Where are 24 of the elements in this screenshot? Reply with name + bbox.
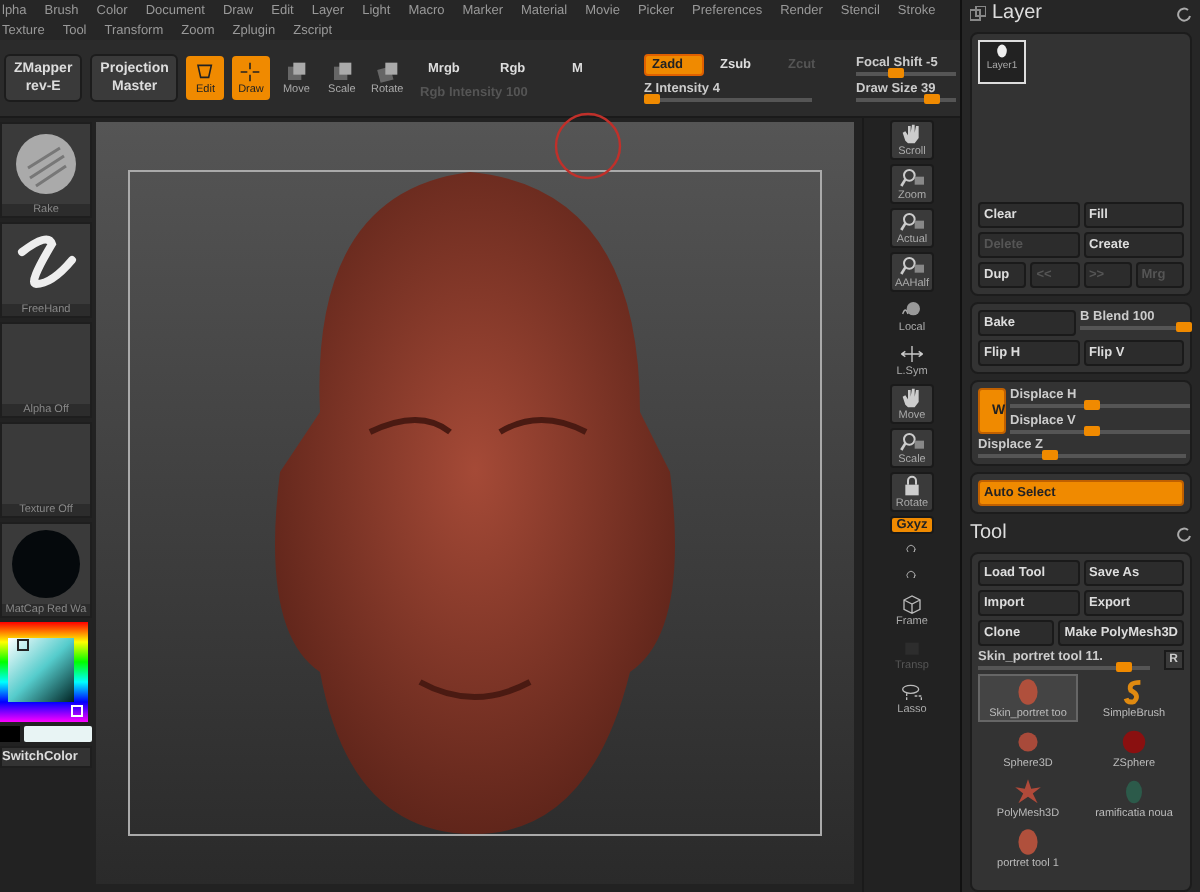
color-picker[interactable] bbox=[0, 622, 88, 722]
arrows-icon bbox=[898, 342, 926, 366]
crosshair-icon bbox=[236, 60, 265, 84]
material-sphere-icon bbox=[8, 528, 84, 600]
lasso-icon bbox=[898, 680, 926, 704]
head-model-icon bbox=[1012, 826, 1044, 858]
sphere-icon bbox=[1118, 726, 1150, 758]
reset-icon[interactable] bbox=[1176, 5, 1192, 21]
magnifier-icon bbox=[898, 430, 926, 454]
panel-title: Tool bbox=[970, 522, 1007, 544]
brush-cursor bbox=[552, 110, 624, 182]
panel-icon bbox=[970, 5, 986, 21]
move-tool-icon bbox=[282, 60, 311, 84]
head-model-icon bbox=[1012, 676, 1044, 708]
main-color-swatch[interactable] bbox=[24, 726, 92, 742]
cube-icon bbox=[898, 592, 926, 616]
secondary-color-swatch[interactable] bbox=[0, 726, 20, 742]
rotate-tool-icon bbox=[373, 60, 402, 84]
star-icon bbox=[1012, 776, 1044, 808]
magnifier-icon bbox=[898, 210, 926, 234]
reset-icon[interactable] bbox=[1176, 525, 1192, 541]
panel-title: Layer bbox=[992, 2, 1043, 24]
magnifier-icon bbox=[898, 254, 926, 278]
magnifier-icon bbox=[898, 166, 926, 190]
